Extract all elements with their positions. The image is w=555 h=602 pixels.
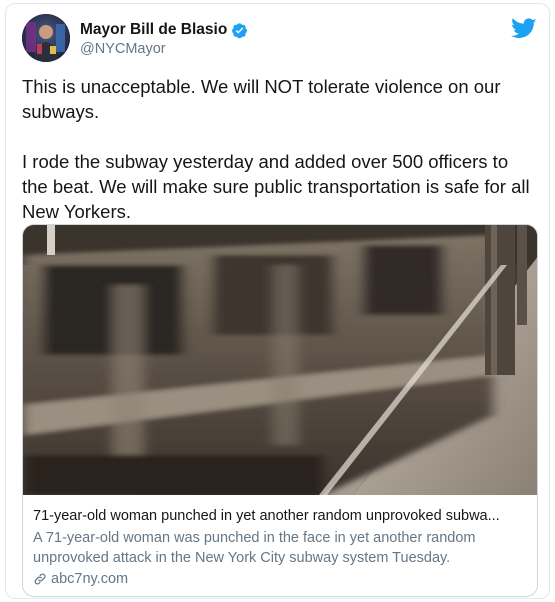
card-image-subway-train — [23, 225, 537, 495]
twitter-bird-icon[interactable] — [511, 18, 537, 40]
tweet-text: This is unacceptable. We will NOT tolera… — [22, 76, 530, 222]
display-name[interactable]: Mayor Bill de Blasio — [80, 21, 227, 39]
card-domain-text: abc7ny.com — [51, 571, 129, 587]
card-domain[interactable]: abc7ny.com — [33, 571, 528, 587]
verified-badge-icon — [232, 22, 248, 38]
user-handle[interactable]: @NYCMayor — [80, 41, 248, 57]
card-title[interactable]: 71-year-old woman punched in yet another… — [33, 506, 528, 526]
link-card[interactable]: 71-year-old woman punched in yet another… — [22, 224, 538, 597]
tweet-embed: Mayor Bill de Blasio @NYCMayor This is u… — [5, 3, 550, 599]
user-names: Mayor Bill de Blasio @NYCMayor — [80, 21, 248, 57]
card-body: 71-year-old woman punched in yet another… — [33, 506, 528, 587]
display-name-row: Mayor Bill de Blasio — [80, 21, 248, 39]
link-icon — [34, 573, 46, 585]
tweet-header: Mayor Bill de Blasio @NYCMayor — [22, 14, 537, 64]
card-description: A 71-year-old woman was punched in the f… — [33, 530, 476, 566]
avatar[interactable] — [22, 14, 70, 62]
